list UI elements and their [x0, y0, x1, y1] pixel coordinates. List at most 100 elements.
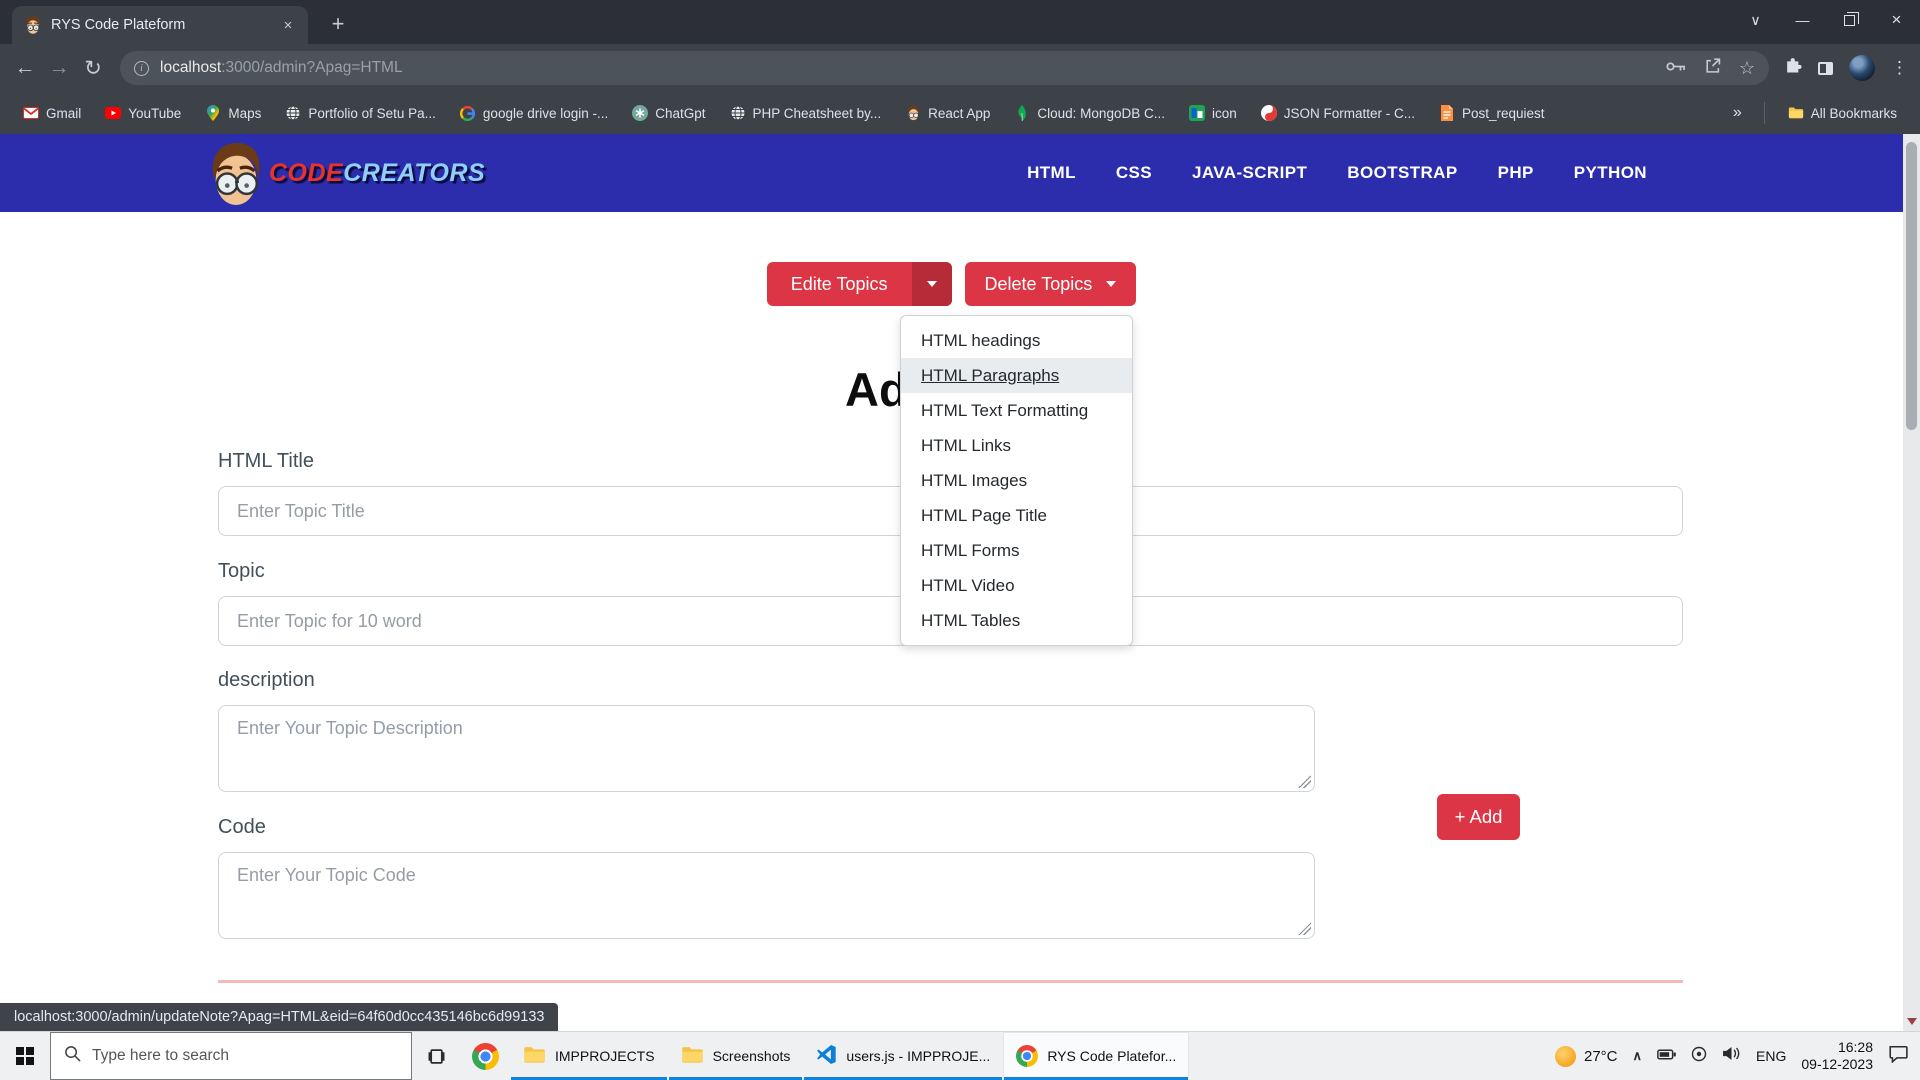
chrome-icon [472, 1043, 499, 1070]
search-icon [64, 1045, 81, 1067]
divider [218, 980, 1683, 983]
taskbar-app-screenshots[interactable]: Screenshots [668, 1032, 804, 1080]
tray-chevron-up-icon[interactable]: ∧ [1633, 1048, 1643, 1064]
scrollbar-thumb[interactable] [1906, 142, 1917, 430]
side-panel-icon[interactable] [1818, 62, 1833, 75]
tab-search-chevron-icon[interactable]: ∨ [1732, 0, 1779, 40]
share-icon[interactable] [1704, 57, 1721, 79]
site-info-icon[interactable]: i [134, 61, 149, 76]
date: 09-12-2023 [1801, 1056, 1873, 1073]
globe-icon [285, 105, 301, 121]
site-nav: HTML CSS JAVA-SCRIPT BOOTSTRAP PHP PYTHO… [1027, 163, 1647, 183]
profile-avatar[interactable] [1849, 55, 1875, 81]
restore-button[interactable] [1826, 0, 1873, 40]
time: 16:28 [1801, 1039, 1873, 1056]
scrollbar-down-arrow-icon[interactable] [1907, 1018, 1917, 1025]
chrome-taskbar-button[interactable] [461, 1032, 510, 1080]
avatar-favicon [905, 105, 921, 121]
edit-topics-label[interactable]: Edite Topics [767, 262, 912, 306]
menu-dots-icon[interactable]: ⋮ [1891, 58, 1908, 78]
tab-close-icon[interactable]: × [278, 15, 298, 35]
json-formatter-icon [1261, 105, 1277, 121]
language-indicator[interactable]: ENG [1756, 1048, 1786, 1064]
reload-icon[interactable]: ↻ [76, 51, 110, 85]
taskbar-app-vscode[interactable]: users.js - IMPPROJE... [803, 1032, 1003, 1080]
extensions-puzzle-icon[interactable] [1783, 56, 1802, 80]
code-label: Code [218, 816, 266, 839]
edit-topics-dropdown-toggle[interactable] [912, 262, 952, 306]
browser-tab[interactable]: RYS Code Plateform × [12, 6, 308, 44]
folder-icon [523, 1046, 546, 1067]
new-tab-button[interactable]: + [322, 8, 354, 40]
dropdown-item[interactable]: HTML headings [901, 323, 1132, 358]
nav-item-php[interactable]: PHP [1498, 163, 1534, 183]
bookmarks-bar: Gmail YouTube Maps Portfolio of Setu Pa.… [0, 92, 1920, 134]
site-logo[interactable]: CODECREATORS [205, 139, 485, 207]
taskbar-search[interactable]: Type here to search [50, 1032, 412, 1080]
bookmark-item[interactable]: React App [896, 101, 999, 125]
bookmark-item[interactable]: icon [1180, 101, 1246, 125]
address-bar[interactable]: i localhost:3000/admin?Apag=HTML ☆ [120, 51, 1769, 85]
battery-icon[interactable] [1657, 1047, 1676, 1065]
divider [1764, 102, 1765, 124]
notification-center-icon[interactable] [1888, 1045, 1908, 1068]
bookmark-item[interactable]: google drive login -... [451, 101, 617, 125]
close-window-button[interactable]: × [1873, 0, 1920, 40]
nav-item-bootstrap[interactable]: BOOTSTRAP [1347, 163, 1457, 183]
dropdown-item[interactable]: HTML Tables [901, 603, 1132, 638]
youtube-icon [105, 105, 121, 121]
bookmark-item[interactable]: Gmail [14, 101, 90, 125]
all-bookmarks-button[interactable]: All Bookmarks [1779, 101, 1906, 125]
clock[interactable]: 16:28 09-12-2023 [1801, 1039, 1873, 1073]
dropdown-item[interactable]: HTML Text Formatting [901, 393, 1132, 428]
weather-widget[interactable]: 27°C [1555, 1046, 1618, 1067]
green-app-icon [1189, 105, 1205, 121]
bookmark-item[interactable]: YouTube [96, 101, 190, 125]
dropdown-item[interactable]: HTML Images [901, 463, 1132, 498]
site-favicon [24, 15, 42, 35]
delete-topics-button[interactable]: Delete Topics [965, 262, 1137, 306]
start-button[interactable] [0, 1032, 50, 1080]
code-textarea[interactable] [218, 852, 1315, 939]
minimize-button[interactable]: — [1779, 0, 1826, 40]
nav-item-python[interactable]: PYTHON [1574, 163, 1647, 183]
resize-grip-icon[interactable] [1298, 775, 1311, 788]
meet-now-icon[interactable] [1691, 1046, 1707, 1067]
document-icon [1439, 105, 1455, 121]
resize-grip-icon[interactable] [1298, 922, 1311, 935]
bookmark-item[interactable]: Cloud: MongoDB C... [1005, 101, 1174, 125]
task-view-button[interactable] [412, 1032, 461, 1080]
sun-icon [1555, 1046, 1576, 1067]
nav-item-javascript[interactable]: JAVA-SCRIPT [1192, 163, 1307, 183]
dropdown-item[interactable]: HTML Forms [901, 533, 1132, 568]
password-key-icon[interactable] [1666, 59, 1686, 77]
page-scrollbar[interactable] [1903, 134, 1920, 1031]
bookmark-item[interactable]: JSON Formatter - C... [1252, 101, 1424, 125]
dropdown-item[interactable]: HTML Links [901, 428, 1132, 463]
windows-logo-icon [16, 1047, 34, 1065]
description-textarea[interactable] [218, 705, 1315, 792]
edit-topics-split-button[interactable]: Edite Topics [767, 262, 952, 306]
taskbar-app-impprojects[interactable]: IMPPROJECTS [510, 1032, 668, 1080]
forward-icon[interactable]: → [42, 51, 76, 85]
nav-item-html[interactable]: HTML [1027, 163, 1076, 183]
bookmark-item[interactable]: ChatGpt [623, 101, 714, 125]
site-header: CODECREATORS HTML CSS JAVA-SCRIPT BOOTST… [0, 134, 1903, 212]
dropdown-item[interactable]: HTML Video [901, 568, 1132, 603]
bookmark-star-icon[interactable]: ☆ [1739, 59, 1755, 77]
add-button[interactable]: + Add [1437, 794, 1520, 840]
web-page: CODECREATORS HTML CSS JAVA-SCRIPT BOOTST… [0, 134, 1903, 1031]
google-maps-pin-icon [205, 105, 221, 121]
screen: RYS Code Plateform × + ∨ — × ← → ↻ i loc… [0, 0, 1920, 1080]
bookmark-item[interactable]: PHP Cheatsheet by... [721, 101, 891, 125]
bookmark-item[interactable]: Maps [196, 101, 270, 125]
bookmark-item[interactable]: Portfolio of Setu Pa... [276, 101, 445, 125]
bookmark-item[interactable]: Post_requiest [1430, 101, 1554, 125]
nav-item-css[interactable]: CSS [1116, 163, 1152, 183]
dropdown-item[interactable]: HTML Page Title [901, 498, 1132, 533]
speaker-icon[interactable] [1722, 1046, 1741, 1066]
back-icon[interactable]: ← [8, 51, 42, 85]
dropdown-item-active[interactable]: HTML Paragraphs [901, 358, 1132, 393]
taskbar-app-rys-chrome[interactable]: RYS Code Platefor... [1003, 1032, 1189, 1080]
bookmarks-overflow-icon[interactable]: » [1725, 104, 1750, 122]
